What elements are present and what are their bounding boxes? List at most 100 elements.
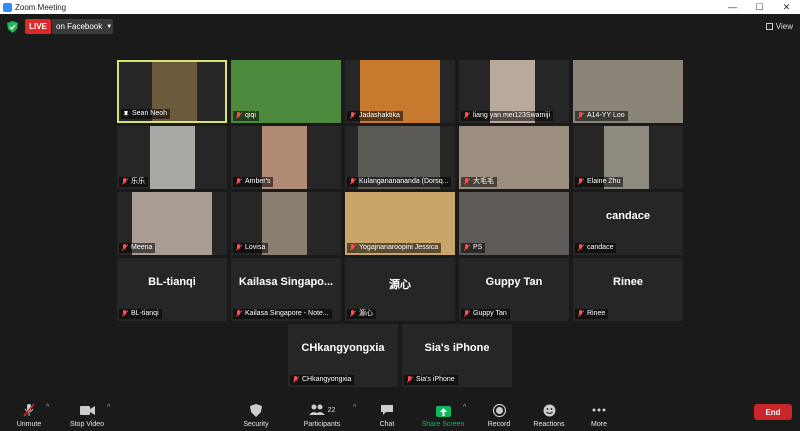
share-screen-button[interactable]: Share Screen xyxy=(418,390,468,431)
unmute-button[interactable]: Unmute xyxy=(12,390,46,431)
more-button[interactable]: More xyxy=(586,390,612,431)
stop-video-button[interactable]: Stop Video xyxy=(64,390,110,431)
participant-tile[interactable]: BL-tianqi BL-tianqi xyxy=(117,258,227,321)
video-options-chevron-icon[interactable]: ^ xyxy=(107,404,110,411)
audio-options-chevron-icon[interactable]: ^ xyxy=(46,404,49,411)
share-options-chevron-icon[interactable]: ^ xyxy=(463,404,466,411)
participant-name-label: Jadashaktika xyxy=(347,111,403,121)
meeting-topbar: LIVE on Facebook ▼ View xyxy=(0,14,800,40)
view-label: View xyxy=(775,21,793,31)
participant-name-label: Elaine Zhu xyxy=(575,177,624,187)
participant-tile[interactable]: 大毛毛 xyxy=(459,126,569,189)
participant-tile[interactable]: CHkangyongxia CHkangyongxia xyxy=(288,324,398,387)
participant-tile[interactable]: Kulangananananda (Dorsq... xyxy=(345,126,455,189)
participant-tile[interactable]: candace candace xyxy=(573,192,683,255)
participant-display-name: Guppy Tan xyxy=(485,276,543,288)
participant-name: liang yan mei123Swamiji xyxy=(473,112,551,119)
participant-tile[interactable]: Elaine Zhu xyxy=(573,126,683,189)
participant-tile[interactable]: Lovisa xyxy=(231,192,341,255)
muted-mic-icon xyxy=(406,376,413,384)
participant-name: Jadashaktika xyxy=(359,112,400,119)
muted-mic-icon xyxy=(21,403,37,417)
grid-view-icon xyxy=(765,22,773,30)
participant-name: qiqi xyxy=(245,112,256,119)
zoom-app-icon xyxy=(3,2,12,12)
participant-name: 大毛毛 xyxy=(473,178,494,185)
participant-tile[interactable]: Jadashaktika xyxy=(345,60,455,123)
more-dots-icon xyxy=(591,403,607,417)
muted-mic-icon xyxy=(121,244,128,252)
chat-bubble-icon xyxy=(379,403,395,417)
muted-mic-icon xyxy=(463,178,470,186)
participant-tile[interactable]: Guppy Tan Guppy Tan xyxy=(459,258,569,321)
pin-icon xyxy=(123,110,129,118)
participant-name: CHkangyongxia xyxy=(302,376,352,383)
participant-tile[interactable]: Kailasa Singapo... Kailasa Singapore - No… xyxy=(231,258,341,321)
participant-tile[interactable]: PS xyxy=(459,192,569,255)
chat-button[interactable]: Chat xyxy=(374,390,400,431)
live-badge[interactable]: LIVE xyxy=(25,19,51,34)
participant-name-label: Guppy Tan xyxy=(461,309,510,319)
close-button[interactable]: ✕ xyxy=(773,0,800,14)
participant-name-label: Yogajnanaroopini Jessica xyxy=(347,243,442,253)
window-controls: — ☐ ✕ xyxy=(719,0,800,14)
participant-tile[interactable]: qiqi xyxy=(231,60,341,123)
muted-mic-icon xyxy=(349,244,356,252)
participants-options-chevron-icon[interactable]: ^ xyxy=(353,404,356,411)
participant-tile[interactable]: Yogajnanaroopini Jessica xyxy=(345,192,455,255)
participant-tile[interactable]: liang yan mei123Swamiji xyxy=(459,60,569,123)
participant-display-name: CHkangyongxia xyxy=(301,342,385,354)
participant-name: candace xyxy=(587,244,614,251)
participant-name-label: CHkangyongxia xyxy=(290,375,355,385)
participant-tile[interactable]: 源心 源心 xyxy=(345,258,455,321)
shield-icon xyxy=(248,403,264,417)
participant-name: Yogajnanaroopini Jessica xyxy=(359,244,439,251)
participant-name-label: Rinee xyxy=(575,309,609,319)
participant-display-name: Sia's iPhone xyxy=(424,342,490,354)
minimize-button[interactable]: — xyxy=(719,0,746,14)
muted-mic-icon xyxy=(463,244,470,252)
muted-mic-icon xyxy=(235,310,242,318)
participant-name: 源心 xyxy=(359,310,373,317)
security-button[interactable]: Security xyxy=(238,390,274,431)
participant-name-label: candace xyxy=(575,243,617,253)
muted-mic-icon xyxy=(235,178,242,186)
participant-tile[interactable]: A14-YY Loo xyxy=(573,60,683,123)
participant-name: Guppy Tan xyxy=(473,310,507,317)
participant-display-name: Kailasa Singapo... xyxy=(238,276,334,288)
live-label: LIVE xyxy=(29,22,47,31)
participant-display-name: 源心 xyxy=(389,279,411,291)
window-title: Zoom Meeting xyxy=(15,2,67,12)
view-button[interactable]: View xyxy=(765,19,793,33)
more-label: More xyxy=(591,421,607,428)
participants-label: Participants xyxy=(303,421,341,428)
participant-video xyxy=(262,192,307,255)
live-destination-dropdown[interactable]: on Facebook ▼ xyxy=(52,19,113,34)
muted-mic-icon xyxy=(235,112,242,120)
participant-tile[interactable]: Sean Neoh xyxy=(117,60,227,123)
muted-mic-icon xyxy=(349,112,356,120)
end-label: End xyxy=(765,407,781,417)
participant-tile[interactable]: Meena xyxy=(117,192,227,255)
participant-tile[interactable]: Sia's iPhone Sia's iPhone xyxy=(402,324,512,387)
participant-name-label: liang yan mei123Swamiji xyxy=(461,111,554,121)
participant-name-label: Sean Neoh xyxy=(121,109,171,119)
participant-tile[interactable]: Rinee Rinee xyxy=(573,258,683,321)
maximize-button[interactable]: ☐ xyxy=(746,0,773,14)
participant-name: 乐乐 xyxy=(131,178,145,185)
participants-button[interactable]: 22 Participants xyxy=(298,390,346,431)
muted-mic-icon xyxy=(577,244,584,252)
muted-mic-icon xyxy=(235,244,242,252)
muted-mic-icon xyxy=(463,112,470,120)
muted-mic-icon xyxy=(577,178,584,186)
record-button[interactable]: Record xyxy=(484,390,514,431)
reactions-label: Reactions xyxy=(533,421,565,428)
participant-tile[interactable]: Amber's xyxy=(231,126,341,189)
security-shield-icon[interactable] xyxy=(7,21,18,33)
participant-name: Kulangananananda (Dorsq... xyxy=(359,178,449,185)
reactions-button[interactable]: Reactions xyxy=(530,390,568,431)
participant-tile[interactable]: 乐乐 xyxy=(117,126,227,189)
participant-name-label: Kulangananananda (Dorsq... xyxy=(347,177,451,187)
unmute-label: Unmute xyxy=(16,421,42,428)
end-meeting-button[interactable]: End xyxy=(754,404,792,420)
